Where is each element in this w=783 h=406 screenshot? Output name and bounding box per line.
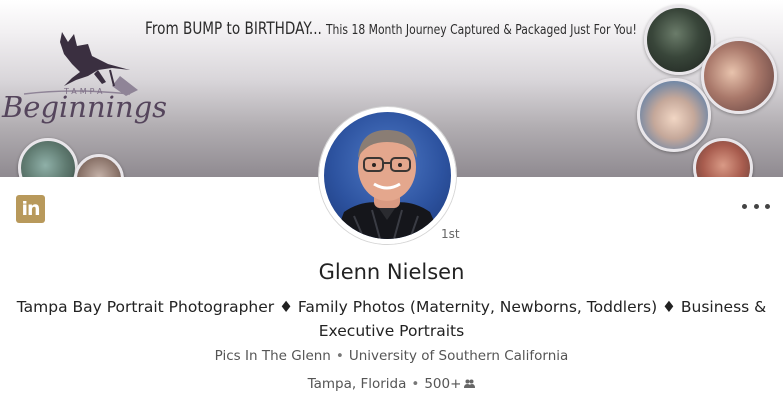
banner-tagline-subline: This 18 Month Journey Captured & Package… xyxy=(325,22,637,38)
profile-headline: Tampa Bay Portrait Photographer ♦ Family… xyxy=(16,298,767,340)
banner-photo-child xyxy=(74,154,124,177)
profile-avatar[interactable] xyxy=(319,107,456,244)
connection-degree-badge: 1st xyxy=(441,227,460,241)
education-link[interactable]: University of Southern California xyxy=(349,348,569,364)
profile-location-row: Tampa, Florida • 500+ xyxy=(0,376,783,392)
profile-affiliations: Pics In The Glenn • University of Southern… xyxy=(0,348,783,364)
separator-dot: • xyxy=(335,348,344,364)
banner-photo-newborn xyxy=(637,78,711,152)
banner-photo-toddler xyxy=(693,138,753,177)
connections-count[interactable]: 500+ xyxy=(424,376,461,392)
banner-photo-family xyxy=(18,138,78,177)
profile-name: Glenn Nielsen xyxy=(318,260,465,284)
current-company-link[interactable]: Pics In The Glenn xyxy=(215,348,331,364)
avatar-portrait xyxy=(334,130,442,239)
profile-location: Tampa, Florida xyxy=(307,376,407,392)
more-options-icon-dot xyxy=(753,203,759,209)
banner-tagline-headline: From BUMP to BIRTHDAY... xyxy=(145,19,322,39)
more-options-icon-dot xyxy=(742,203,747,209)
linkedin-icon[interactable]: in xyxy=(16,195,45,223)
banner-photo-mother-baby xyxy=(701,38,777,114)
people-icon xyxy=(464,376,476,392)
banner-tagline: From BUMP to BIRTHDAY... This 18 Month J… xyxy=(145,19,637,39)
tampa-beginnings-logo: TAMPA Beginnings xyxy=(2,24,167,129)
more-options-icon-dot xyxy=(765,203,770,209)
more-options-button[interactable] xyxy=(742,196,770,216)
separator-dot: • xyxy=(411,376,420,392)
brand-beginnings-text: Beginnings xyxy=(2,90,168,124)
